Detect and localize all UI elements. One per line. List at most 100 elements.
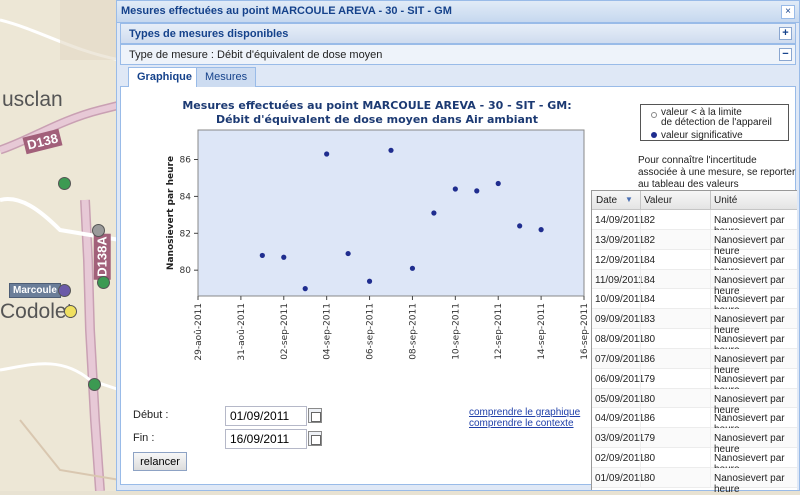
panel-mesure-header[interactable]: Type de mesure : Débit d'équivalent de d… xyxy=(120,44,796,65)
table-row[interactable]: 05/09/2011 80 Nanosievert par heure xyxy=(592,388,797,416)
cell-valeur: 79 xyxy=(644,433,656,445)
table-row[interactable]: 06/09/201179Nanosievert par heure xyxy=(592,368,797,396)
table-row[interactable]: 03/09/2011 79 Nanosievert par heure xyxy=(592,428,797,455)
tab-graphique[interactable]: Graphique xyxy=(128,67,202,88)
window-titlebar[interactable]: Mesures effectuées au point MARCOULE ARE… xyxy=(117,1,799,23)
map-marker-selected[interactable] xyxy=(58,284,71,297)
column-divider[interactable] xyxy=(710,191,711,210)
relancer-button[interactable]: relancer xyxy=(133,452,187,471)
column-header-date[interactable]: Date xyxy=(596,195,617,206)
column-divider xyxy=(710,467,711,487)
column-divider xyxy=(640,249,641,269)
values-table: Date ▼ Valeur Unité 14/09/2011 82 Nanosiev… xyxy=(591,190,797,495)
map-marker-yellow[interactable] xyxy=(64,305,77,318)
map-marker-grey[interactable] xyxy=(92,224,105,237)
map-marker-green[interactable] xyxy=(58,177,71,190)
column-divider xyxy=(640,269,641,289)
column-divider xyxy=(640,408,641,428)
close-icon[interactable]: × xyxy=(781,5,795,19)
table-row[interactable]: 07/09/2011 86 Nanosievert par heure xyxy=(592,348,797,376)
cell-valeur: 82 xyxy=(644,234,656,246)
cell-unite: Nanosievert par heure xyxy=(714,472,785,495)
panel-mesure-label: Type de mesure : Débit d'équivalent de d… xyxy=(129,49,383,61)
x-axis: 29-aoû-2011 31-aoû-2011 02-sep-2011 04-sep-… xyxy=(194,296,590,361)
chart-title: Mesures effectuées au point MARCOULE ARE… xyxy=(182,99,571,126)
column-divider xyxy=(710,210,711,229)
cell-date: 11/09/2011 xyxy=(595,274,644,286)
column-divider xyxy=(710,448,711,467)
table-row[interactable]: 09/09/2011 83 Nanosievert par heure xyxy=(592,309,797,336)
column-divider xyxy=(710,388,711,408)
cell-date: 09/09/2011 xyxy=(595,314,645,326)
sort-descending-icon[interactable]: ▼ xyxy=(625,195,633,204)
window-title: Mesures effectuées au point MARCOULE ARE… xyxy=(121,5,452,17)
y-tick-label: 80 xyxy=(180,266,192,276)
data-point[interactable] xyxy=(538,227,544,233)
column-divider xyxy=(640,428,641,448)
column-divider xyxy=(710,249,711,269)
column-divider xyxy=(710,329,711,348)
data-point[interactable] xyxy=(409,265,416,271)
data-point[interactable] xyxy=(281,254,287,260)
table-row[interactable]: 10/09/201184Nanosievert par heure xyxy=(592,289,797,316)
map-place-label: Codolet xyxy=(0,300,73,323)
table-row[interactable]: 12/09/201184Nanosievert par heure xyxy=(592,249,797,277)
table-row[interactable]: 04/09/201186Nanosievert par heure xyxy=(592,408,797,435)
cell-date: 07/09/2011 xyxy=(595,353,645,365)
column-divider xyxy=(710,428,711,448)
data-point[interactable] xyxy=(259,252,265,259)
tab-mesures[interactable]: Mesures xyxy=(196,67,257,87)
map-marker-label[interactable]: Marcoule xyxy=(9,283,61,298)
column-divider xyxy=(710,309,711,329)
cell-date: 08/09/2011 xyxy=(595,334,645,346)
column-divider[interactable] xyxy=(640,191,641,210)
collapse-icon[interactable]: − xyxy=(779,48,792,61)
data-point[interactable] xyxy=(302,286,308,292)
column-divider xyxy=(640,388,641,408)
legend-label: valeur < à la limite de détection de l'a… xyxy=(661,107,772,128)
plot-area xyxy=(197,129,585,297)
map-marker-green[interactable] xyxy=(88,378,101,391)
table-row[interactable]: 01/09/2011 80 Nanosievert par heure xyxy=(592,467,797,495)
start-date-field[interactable] xyxy=(225,406,307,426)
column-divider xyxy=(710,348,711,368)
understand-context-link[interactable]: comprendre le contexte xyxy=(469,418,574,429)
table-row[interactable]: 14/09/201182Nanosievert par heure xyxy=(592,210,797,237)
column-divider xyxy=(640,368,641,388)
data-point[interactable] xyxy=(452,186,458,192)
x-tick-label: 29-aoû-2011 xyxy=(194,303,204,361)
data-point[interactable] xyxy=(517,223,523,229)
end-date-field[interactable] xyxy=(225,429,307,449)
understand-chart-link[interactable]: comprendre le graphique xyxy=(469,407,580,418)
data-point[interactable] xyxy=(388,147,394,153)
table-header: Date ▼ Valeur Unité xyxy=(592,191,797,210)
table-row[interactable]: 08/09/201180Nanosievert par heure xyxy=(592,329,797,356)
calendar-icon[interactable] xyxy=(308,431,322,446)
table-row[interactable]: 02/09/201180Nanosievert par heure xyxy=(592,448,797,475)
table-row[interactable]: 11/09/2011 84 Nanosievert par heure xyxy=(592,269,797,297)
panel-types-header[interactable]: Types de mesures disponibles + xyxy=(120,23,796,44)
start-date-label: Début : xyxy=(133,409,169,421)
x-tick-label: 08-sep-2011 xyxy=(408,303,418,360)
data-point[interactable] xyxy=(495,180,501,187)
data-point[interactable] xyxy=(345,250,351,257)
data-point[interactable] xyxy=(366,278,373,284)
cell-valeur: 86 xyxy=(644,413,656,425)
column-header-valeur[interactable]: Valeur xyxy=(644,195,672,206)
map-place-label: usclan xyxy=(2,88,63,111)
table-row[interactable]: 13/09/2011 82 Nanosievert par heure xyxy=(592,229,797,257)
column-divider xyxy=(710,269,711,289)
column-divider xyxy=(640,229,641,249)
legend-label: valeur significative xyxy=(661,130,743,141)
cell-valeur: 84 xyxy=(644,254,656,266)
y-tick-label: 84 xyxy=(180,192,192,202)
data-point[interactable] xyxy=(431,210,437,216)
data-point[interactable] xyxy=(474,188,480,194)
calendar-icon[interactable] xyxy=(308,408,322,423)
expand-icon[interactable]: + xyxy=(779,27,792,40)
x-tick-label: 14-sep-2011 xyxy=(537,303,547,360)
map-road-label: D138A xyxy=(93,233,111,280)
map-marker-green[interactable] xyxy=(97,276,110,289)
data-point[interactable] xyxy=(324,151,330,157)
column-header-unite[interactable]: Unité xyxy=(714,195,737,206)
